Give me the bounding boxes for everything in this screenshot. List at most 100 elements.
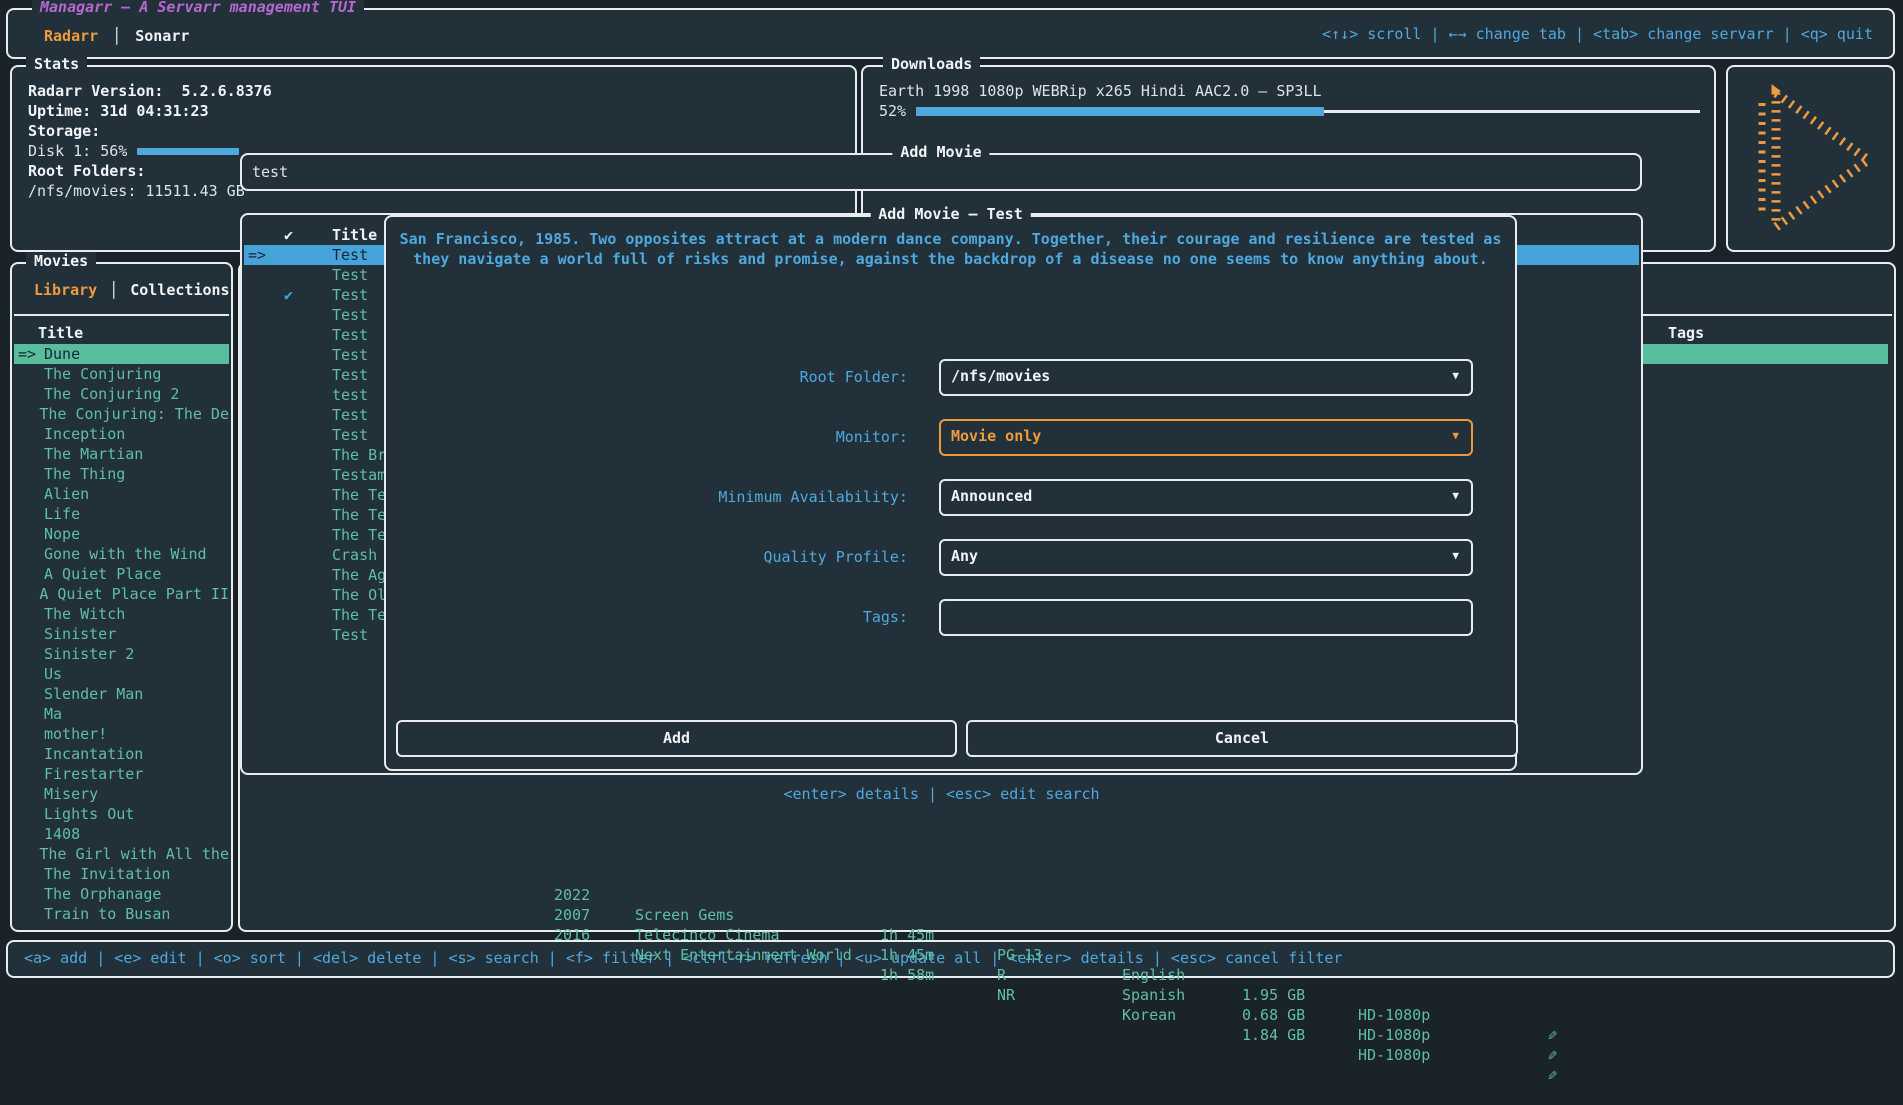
movie-title: A Quiet Place — [44, 564, 161, 584]
monitor-value: Movie only — [951, 427, 1041, 445]
list-item[interactable]: Alien — [14, 484, 229, 504]
selection-arrow — [18, 424, 44, 444]
list-item[interactable]: Life — [14, 504, 229, 524]
list-item[interactable]: Train to Busan — [14, 904, 229, 924]
list-item[interactable]: Sinister — [14, 624, 229, 644]
list-item[interactable]: mother! — [14, 724, 229, 744]
movie-title: The Martian — [44, 444, 143, 464]
result-title: Test — [332, 625, 368, 645]
selection-arrow — [18, 584, 39, 604]
selection-arrow — [18, 684, 44, 704]
popup-keybind-help: <enter> details | <esc> edit search — [240, 785, 1643, 803]
app-title: Managarr – A Servarr management TUI — [32, 0, 364, 16]
movie-title: mother! — [44, 724, 107, 744]
radarr-version: Radarr Version: 5.2.6.8376 — [28, 81, 845, 101]
selection-arrow — [18, 464, 44, 484]
studio-cell: Next Entertainment World — [635, 945, 852, 965]
uptime: Uptime: 31d 04:31:23 — [28, 101, 845, 121]
list-item[interactable]: The Conjuring 2 — [14, 384, 229, 404]
result-title: Test — [332, 325, 368, 345]
list-item[interactable]: Lights Out — [14, 804, 229, 824]
minimum-availability-value: Announced — [951, 487, 1032, 505]
list-item[interactable]: The Conjuring — [14, 364, 229, 384]
tags-input[interactable] — [939, 599, 1473, 636]
tab-sonarr[interactable]: Sonarr — [135, 27, 189, 45]
quality-cell: HD-1080p — [1358, 1045, 1430, 1065]
root-folder-label: Root Folder: — [386, 368, 917, 386]
movie-title: The Orphanage — [44, 884, 161, 904]
selection-arrow — [18, 824, 44, 844]
tab-library[interactable]: Library — [34, 280, 97, 300]
list-item[interactable]: Sinister 2 — [14, 644, 229, 664]
list-item[interactable]: Gone with the Wind — [14, 544, 229, 564]
root-folder-dropdown[interactable]: /nfs/movies ▼ — [939, 359, 1473, 396]
tab-collections[interactable]: Collections — [130, 280, 229, 300]
download-progress-bar — [916, 107, 1700, 116]
list-item[interactable]: The Conjuring: The De — [14, 404, 229, 424]
list-item[interactable]: Misery — [14, 784, 229, 804]
table-rows: 2022 Screen Gems 1h 45m PG-13 English 1.… — [240, 865, 1894, 925]
list-item[interactable]: => Dune — [14, 344, 229, 364]
logo-panel — [1726, 65, 1895, 252]
movie-title: Lights Out — [44, 804, 134, 824]
download-progress-row: 52% — [879, 101, 1700, 121]
storage-label: Storage: — [28, 121, 845, 141]
search-input[interactable] — [252, 157, 1630, 187]
movie-title: The Invitation — [44, 864, 170, 884]
list-item[interactable]: Slender Man — [14, 684, 229, 704]
cancel-button[interactable]: Cancel — [966, 720, 1518, 757]
result-title: Test — [332, 425, 368, 445]
movie-title: 1408 — [44, 824, 80, 844]
download-percent: 52% — [879, 102, 906, 120]
list-item[interactable]: The Orphanage — [14, 884, 229, 904]
list-item[interactable]: Firestarter — [14, 764, 229, 784]
movie-title: A Quiet Place Part II — [39, 584, 229, 604]
tags-column-header: Tags — [1668, 324, 1704, 342]
certification-cell: R — [997, 965, 1006, 985]
selection-arrow — [18, 664, 44, 684]
list-item[interactable]: Nope — [14, 524, 229, 544]
selection-arrow — [18, 484, 44, 504]
selection-arrow — [18, 704, 44, 724]
movie-title: The Conjuring 2 — [44, 384, 179, 404]
divider — [14, 314, 229, 316]
tab-radarr[interactable]: Radarr — [44, 27, 98, 45]
list-item[interactable]: The Invitation — [14, 864, 229, 884]
list-item[interactable]: The Girl with All the — [14, 844, 229, 864]
selection-arrow: => — [18, 344, 44, 364]
table-row[interactable]: 2022 Screen Gems 1h 45m PG-13 English 1.… — [240, 865, 1894, 885]
quality-profile-dropdown[interactable]: Any ▼ — [939, 539, 1473, 576]
top-bar: Managarr – A Servarr management TUI Rada… — [6, 8, 1895, 59]
list-item[interactable]: 1408 — [14, 824, 229, 844]
selection-arrow — [18, 544, 44, 564]
result-title: Test — [332, 305, 368, 325]
selection-arrow — [18, 884, 44, 904]
list-item[interactable]: Us — [14, 664, 229, 684]
minimum-availability-dropdown[interactable]: Announced ▼ — [939, 479, 1473, 516]
table-row[interactable]: 2016 Next Entertainment World 1h 58m NR … — [240, 905, 1894, 925]
list-item[interactable]: The Witch — [14, 604, 229, 624]
list-item[interactable]: The Thing — [14, 464, 229, 484]
result-title: test — [332, 385, 368, 405]
runtime-cell: 1h 45m — [880, 945, 934, 965]
list-item[interactable]: Incantation — [14, 744, 229, 764]
add-button[interactable]: Add — [396, 720, 957, 757]
chevron-down-icon: ▼ — [1452, 549, 1459, 562]
list-item[interactable]: A Quiet Place Part II — [14, 584, 229, 604]
movie-title: The Witch — [44, 604, 125, 624]
list-item[interactable]: A Quiet Place — [14, 564, 229, 584]
list-item[interactable]: Ma — [14, 704, 229, 724]
monitor-dropdown[interactable]: Movie only ▼ — [939, 419, 1473, 456]
runtime-cell: 1h 58m — [880, 965, 934, 985]
list-item[interactable]: The Martian — [14, 444, 229, 464]
downloads-panel-title: Downloads — [883, 55, 980, 73]
selection-arrow — [18, 764, 44, 784]
movie-title: Slender Man — [44, 684, 143, 704]
table-row[interactable]: 2007 Telecinco Cinema 1h 45m R Spanish 0… — [240, 885, 1894, 905]
list-item[interactable]: Inception — [14, 424, 229, 444]
selection-arrow — [18, 504, 44, 524]
movie-title: Inception — [44, 424, 125, 444]
selection-arrow — [18, 364, 44, 384]
movie-description: San Francisco, 1985. Two opposites attra… — [396, 229, 1505, 269]
selection-arrow — [18, 804, 44, 824]
